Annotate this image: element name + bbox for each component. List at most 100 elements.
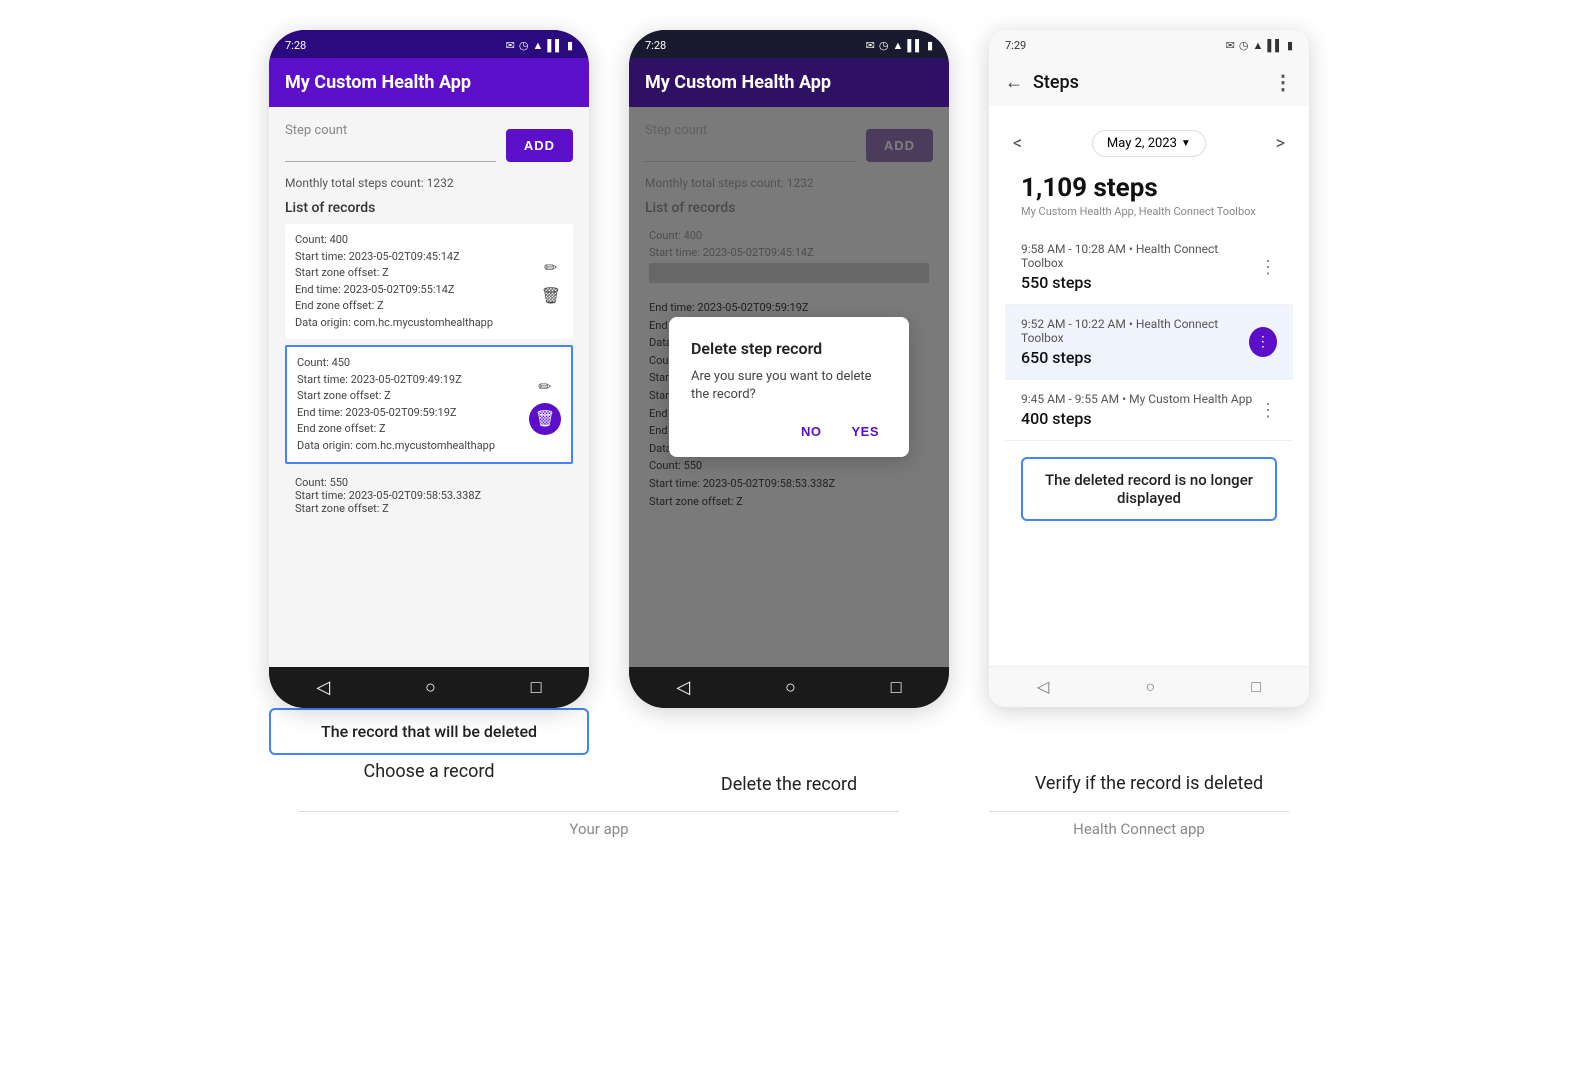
phone3: 7:29 ✉ ◷ ▲ ▌▌ ▮ ← Steps ⋮ bbox=[989, 30, 1309, 707]
entry2-count: 650 steps bbox=[1021, 348, 1249, 367]
entry2-menu[interactable]: ⋮ bbox=[1249, 327, 1277, 357]
phone1-record-1-actions: ✏ 🗑 bbox=[539, 232, 563, 331]
dialog-message: Are you sure you want to delete the reco… bbox=[691, 368, 887, 404]
p2-recents-icon[interactable]: □ bbox=[891, 677, 902, 698]
date-pill[interactable]: May 2, 2023 ▼ bbox=[1092, 130, 1206, 157]
phone3-step-label-caption: Verify if the record is deleted bbox=[1035, 773, 1263, 794]
phone1-more-records: Count: 550 Start time: 2023-05-02T09:58:… bbox=[285, 470, 573, 519]
phone1-record-2-edit[interactable]: ✏ bbox=[536, 375, 553, 399]
entry1-info: 9:58 AM - 10:28 AM • Health Connect Tool… bbox=[1021, 242, 1259, 292]
phone1-record-2-text: Count: 450 Start time: 2023-05-02T09:49:… bbox=[297, 355, 529, 454]
your-app-divider bbox=[299, 811, 899, 812]
p3-recents-nav[interactable]: □ bbox=[1251, 677, 1261, 697]
steps-sources: My Custom Health App, Health Connect Too… bbox=[1005, 205, 1293, 230]
phone3-back-icon[interactable]: ← bbox=[1005, 72, 1023, 93]
back-nav-icon[interactable]: ◁ bbox=[316, 677, 330, 698]
mr-start-zone: Start zone offset: Z bbox=[295, 502, 563, 515]
entry3-info: 9:45 AM - 9:55 AM • My Custom Health App… bbox=[1021, 392, 1252, 428]
p2-wifi-icon: ▲ bbox=[892, 39, 903, 52]
phone1-step-underline bbox=[285, 142, 496, 162]
p3-back-nav[interactable]: ◁ bbox=[1037, 677, 1049, 697]
deleted-notice-box: The deleted record is no longer displaye… bbox=[1021, 457, 1277, 521]
phone1-step-input-field[interactable]: Step count bbox=[285, 123, 496, 162]
r1-start-zone: Start zone offset: Z bbox=[295, 265, 539, 282]
phone2: 7:28 ✉ ◷ ▲ ▌▌ ▮ My Custom Health App bbox=[629, 30, 949, 708]
main-row: 7:28 ✉ ◷ ▲ ▌▌ ▮ My Custom Health App Ste… bbox=[20, 30, 1558, 795]
entry3-count: 400 steps bbox=[1021, 409, 1252, 428]
date-next-btn[interactable]: > bbox=[1268, 133, 1293, 154]
date-value: May 2, 2023 bbox=[1107, 136, 1177, 151]
entry1-bullet: • bbox=[1129, 242, 1136, 256]
phone2-section: 7:28 ✉ ◷ ▲ ▌▌ ▮ My Custom Health App bbox=[629, 30, 949, 795]
wifi-icon: ▲ bbox=[532, 39, 543, 52]
steps-entry-1: 9:58 AM - 10:28 AM • Health Connect Tool… bbox=[1005, 230, 1293, 305]
r2-end-zone: End zone offset: Z bbox=[297, 421, 529, 438]
your-app-section: Your app bbox=[249, 811, 949, 838]
phone1-record-1-edit[interactable]: ✏ bbox=[542, 256, 559, 280]
phone2-status-bar: 7:28 ✉ ◷ ▲ ▌▌ ▮ bbox=[629, 30, 949, 58]
r1-end-zone: End zone offset: Z bbox=[295, 298, 539, 315]
phone1-record-2-highlighted: Count: 450 Start time: 2023-05-02T09:49:… bbox=[285, 345, 573, 464]
phone1-record-2-actions: ✏ 🗑 bbox=[529, 355, 561, 454]
phone3-section: 7:29 ✉ ◷ ▲ ▌▌ ▮ ← Steps ⋮ bbox=[989, 30, 1309, 794]
dialog-title: Delete step record bbox=[691, 339, 887, 358]
entry1-count: 550 steps bbox=[1021, 273, 1259, 292]
battery-icon: ▮ bbox=[567, 39, 573, 52]
phone1-record-2-delete[interactable]: 🗑 bbox=[529, 403, 561, 435]
phone1-app-title: My Custom Health App bbox=[285, 72, 471, 93]
phone1-caption: The record that will be deleted bbox=[269, 708, 589, 755]
home-nav-icon[interactable]: ○ bbox=[425, 677, 436, 698]
p2-back-icon[interactable]: ◁ bbox=[676, 677, 690, 698]
phone1-list-title: List of records bbox=[285, 200, 573, 216]
date-nav: < May 2, 2023 ▼ > bbox=[1005, 122, 1293, 165]
p3-home-nav[interactable]: ○ bbox=[1145, 677, 1155, 697]
p2-home-icon[interactable]: ○ bbox=[785, 677, 796, 698]
phone1-step-label: Step count bbox=[285, 123, 496, 138]
phone3-screen-title: Steps bbox=[1033, 72, 1079, 93]
total-steps: 1,109 steps bbox=[1005, 165, 1293, 205]
r2-origin: Data origin: com.hc.mycustomhealthapp bbox=[297, 438, 529, 455]
phone2-dialog-overlay: Delete step record Are you sure you want… bbox=[629, 107, 949, 667]
date-prev-btn[interactable]: < bbox=[1005, 133, 1030, 154]
steps-entry-2: 9:52 AM - 10:22 AM • Health Connect Tool… bbox=[1005, 305, 1293, 380]
phone1: 7:28 ✉ ◷ ▲ ▌▌ ▮ My Custom Health App Ste… bbox=[269, 30, 589, 708]
email-icon: ✉ bbox=[506, 39, 515, 52]
phone1-monthly-total: Monthly total steps count: 1232 bbox=[285, 176, 573, 190]
phone2-time: 7:28 bbox=[645, 39, 666, 52]
r1-origin: Data origin: com.hc.mycustomhealthapp bbox=[295, 315, 539, 332]
phone3-menu-icon[interactable]: ⋮ bbox=[1273, 70, 1293, 94]
phone2-screen: Step count ADD Monthly total steps count… bbox=[629, 107, 949, 667]
signal-icon: ▌▌ bbox=[547, 39, 563, 52]
dialog-actions: NO YES bbox=[691, 420, 887, 443]
phone1-status-bar: 7:28 ✉ ◷ ▲ ▌▌ ▮ bbox=[269, 30, 589, 58]
phone1-screen: Step count ADD Monthly total steps count… bbox=[269, 107, 589, 667]
phone1-record-1: Count: 400 Start time: 2023-05-02T09:45:… bbox=[285, 224, 573, 339]
recents-nav-icon[interactable]: □ bbox=[531, 677, 542, 698]
date-dropdown-icon: ▼ bbox=[1181, 138, 1191, 149]
mr-start: Start time: 2023-05-02T09:58:53.338Z bbox=[295, 489, 563, 502]
phone3-status-icons: ✉ ◷ ▲ ▌▌ ▮ bbox=[1226, 39, 1293, 52]
phone2-step-label-caption: Delete the record bbox=[721, 774, 857, 795]
phone1-record-1-delete[interactable]: 🗑 bbox=[539, 284, 563, 308]
r1-start: Start time: 2023-05-02T09:45:14Z bbox=[295, 249, 539, 266]
entry1-menu[interactable]: ⋮ bbox=[1259, 257, 1277, 278]
phone3-title-row: ← Steps bbox=[1005, 72, 1079, 93]
entry3-time: 9:45 AM - 9:55 AM • My Custom Health App bbox=[1021, 392, 1252, 406]
phone1-add-button[interactable]: ADD bbox=[506, 129, 573, 162]
dialog-yes-button[interactable]: YES bbox=[843, 420, 887, 443]
mr-count: Count: 550 bbox=[295, 476, 563, 489]
p3-battery-icon: ▮ bbox=[1287, 39, 1293, 52]
dialog-no-button[interactable]: NO bbox=[793, 420, 830, 443]
r2-start: Start time: 2023-05-02T09:49:19Z bbox=[297, 372, 529, 389]
phone3-screen: < May 2, 2023 ▼ > 1,109 steps My Custom … bbox=[989, 106, 1309, 666]
phone1-section: 7:28 ✉ ◷ ▲ ▌▌ ▮ My Custom Health App Ste… bbox=[269, 30, 589, 782]
entry2-bullet: • bbox=[1129, 317, 1136, 331]
phone3-steps-bar: ← Steps ⋮ bbox=[989, 58, 1309, 106]
deleted-notice: The deleted record is no longer displaye… bbox=[1021, 457, 1277, 521]
your-app-label: Your app bbox=[569, 820, 628, 838]
p3-alarm-icon: ◷ bbox=[1239, 39, 1249, 52]
p2-signal-icon: ▌▌ bbox=[907, 39, 923, 52]
phone3-status-bar: 7:29 ✉ ◷ ▲ ▌▌ ▮ bbox=[989, 30, 1309, 58]
phone3-time: 7:29 bbox=[1005, 39, 1026, 52]
entry3-menu[interactable]: ⋮ bbox=[1259, 400, 1277, 421]
